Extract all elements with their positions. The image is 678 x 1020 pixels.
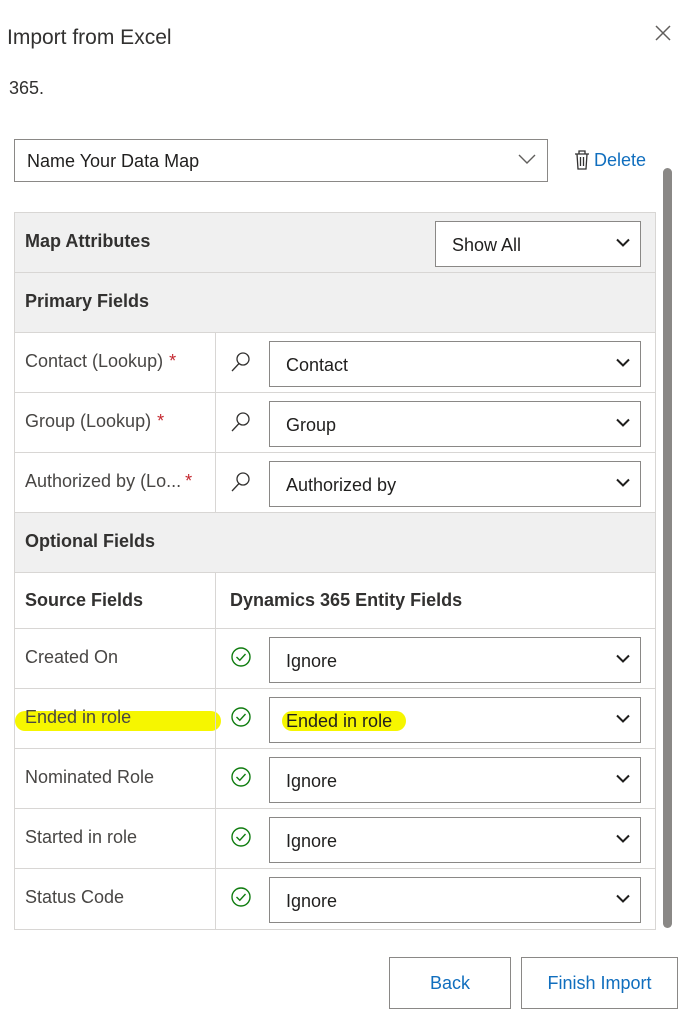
chevron-down-icon: [616, 418, 630, 427]
primary-fields-label: Primary Fields: [25, 291, 150, 311]
target-field-value: Ignore: [286, 831, 338, 851]
table-row: Group (Lookup) * Group: [15, 393, 655, 453]
source-field-label: Started in role: [25, 827, 138, 847]
required-marker: *: [157, 411, 165, 431]
target-field-select[interactable]: Contact: [269, 341, 641, 387]
dialog-title: Import from Excel: [7, 26, 172, 49]
chevron-down-icon: [518, 154, 536, 164]
check-circle-icon: [231, 767, 251, 787]
source-field-label: Contact (Lookup) *: [25, 351, 177, 371]
check-circle-icon: [231, 647, 251, 667]
mapping-table: Map Attributes Show All Primary Fields C…: [14, 212, 656, 930]
data-map-dropdown[interactable]: Name Your Data Map: [14, 139, 548, 182]
optional-fields-row: Optional Fields: [15, 513, 655, 573]
required-marker: *: [169, 351, 177, 371]
table-row: Ended in role Ended in role: [15, 689, 655, 749]
instruction-text-fragment: 365.: [9, 78, 45, 98]
source-field-label: Status Code: [25, 887, 125, 907]
source-field-label: Authorized by (Lo... *: [25, 471, 193, 491]
chevron-down-icon: [616, 774, 630, 783]
back-button[interactable]: Back: [389, 957, 511, 1009]
table-row: Nominated Role Ignore: [15, 749, 655, 809]
scrollbar[interactable]: [663, 168, 672, 928]
target-field-value: Ignore: [286, 771, 338, 791]
target-field-value: Ended in role: [286, 711, 393, 731]
check-circle-icon: [231, 827, 251, 847]
show-all-select[interactable]: Show All: [435, 221, 641, 267]
table-row: Started in role Ignore: [15, 809, 655, 869]
source-field-label: Created On: [25, 647, 119, 667]
entity-fields-header: Dynamics 365 Entity Fields: [230, 590, 463, 610]
target-field-select[interactable]: Ended in role: [269, 697, 641, 743]
chevron-down-icon: [616, 478, 630, 487]
data-map-value: Name Your Data Map: [27, 151, 200, 171]
target-field-select[interactable]: Ignore: [269, 757, 641, 803]
table-row: Status Code Ignore: [15, 869, 655, 929]
chevron-down-icon: [616, 714, 630, 723]
show-all-value: Show All: [452, 235, 522, 255]
chevron-down-icon: [616, 358, 630, 367]
delete-label: Delete: [594, 149, 647, 170]
table-row: Contact (Lookup) * Contact: [15, 333, 655, 393]
check-circle-icon: [231, 707, 251, 727]
required-marker: *: [185, 471, 193, 491]
search-icon[interactable]: [229, 470, 253, 494]
chevron-down-icon: [616, 894, 630, 903]
target-field-select[interactable]: Ignore: [269, 637, 641, 683]
optional-fields-label: Optional Fields: [25, 531, 156, 551]
table-row: Created On Ignore: [15, 629, 655, 689]
source-field-label: Group (Lookup) *: [25, 411, 165, 431]
source-field-label: Ended in role: [25, 707, 132, 727]
target-field-select[interactable]: Group: [269, 401, 641, 447]
primary-fields-row: Primary Fields: [15, 273, 655, 333]
map-attributes-row: Map Attributes Show All: [15, 213, 655, 273]
target-field-value: Group: [286, 415, 337, 435]
target-field-value: Ignore: [286, 651, 338, 671]
trash-icon: [575, 150, 589, 170]
target-field-value: Authorized by: [286, 475, 397, 495]
target-field-value: Ignore: [286, 891, 338, 911]
close-icon[interactable]: [652, 22, 674, 44]
source-field-label: Nominated Role: [25, 767, 155, 787]
search-icon[interactable]: [229, 350, 253, 374]
check-circle-icon: [231, 887, 251, 907]
chevron-down-icon: [616, 238, 630, 247]
column-header-row: Source Fields Dynamics 365 Entity Fields: [15, 573, 655, 629]
target-field-select[interactable]: Authorized by: [269, 461, 641, 507]
target-field-select[interactable]: Ignore: [269, 817, 641, 863]
delete-button[interactable]: Delete: [572, 148, 646, 172]
target-field-select[interactable]: Ignore: [269, 877, 641, 923]
table-row: Authorized by (Lo... * Authorized by: [15, 453, 655, 513]
search-icon[interactable]: [229, 410, 253, 434]
finish-import-button[interactable]: Finish Import: [521, 957, 678, 1009]
source-fields-header: Source Fields: [25, 590, 144, 610]
map-attributes-label: Map Attributes: [25, 231, 151, 251]
chevron-down-icon: [616, 654, 630, 663]
chevron-down-icon: [616, 834, 630, 843]
target-field-value: Contact: [286, 355, 349, 375]
